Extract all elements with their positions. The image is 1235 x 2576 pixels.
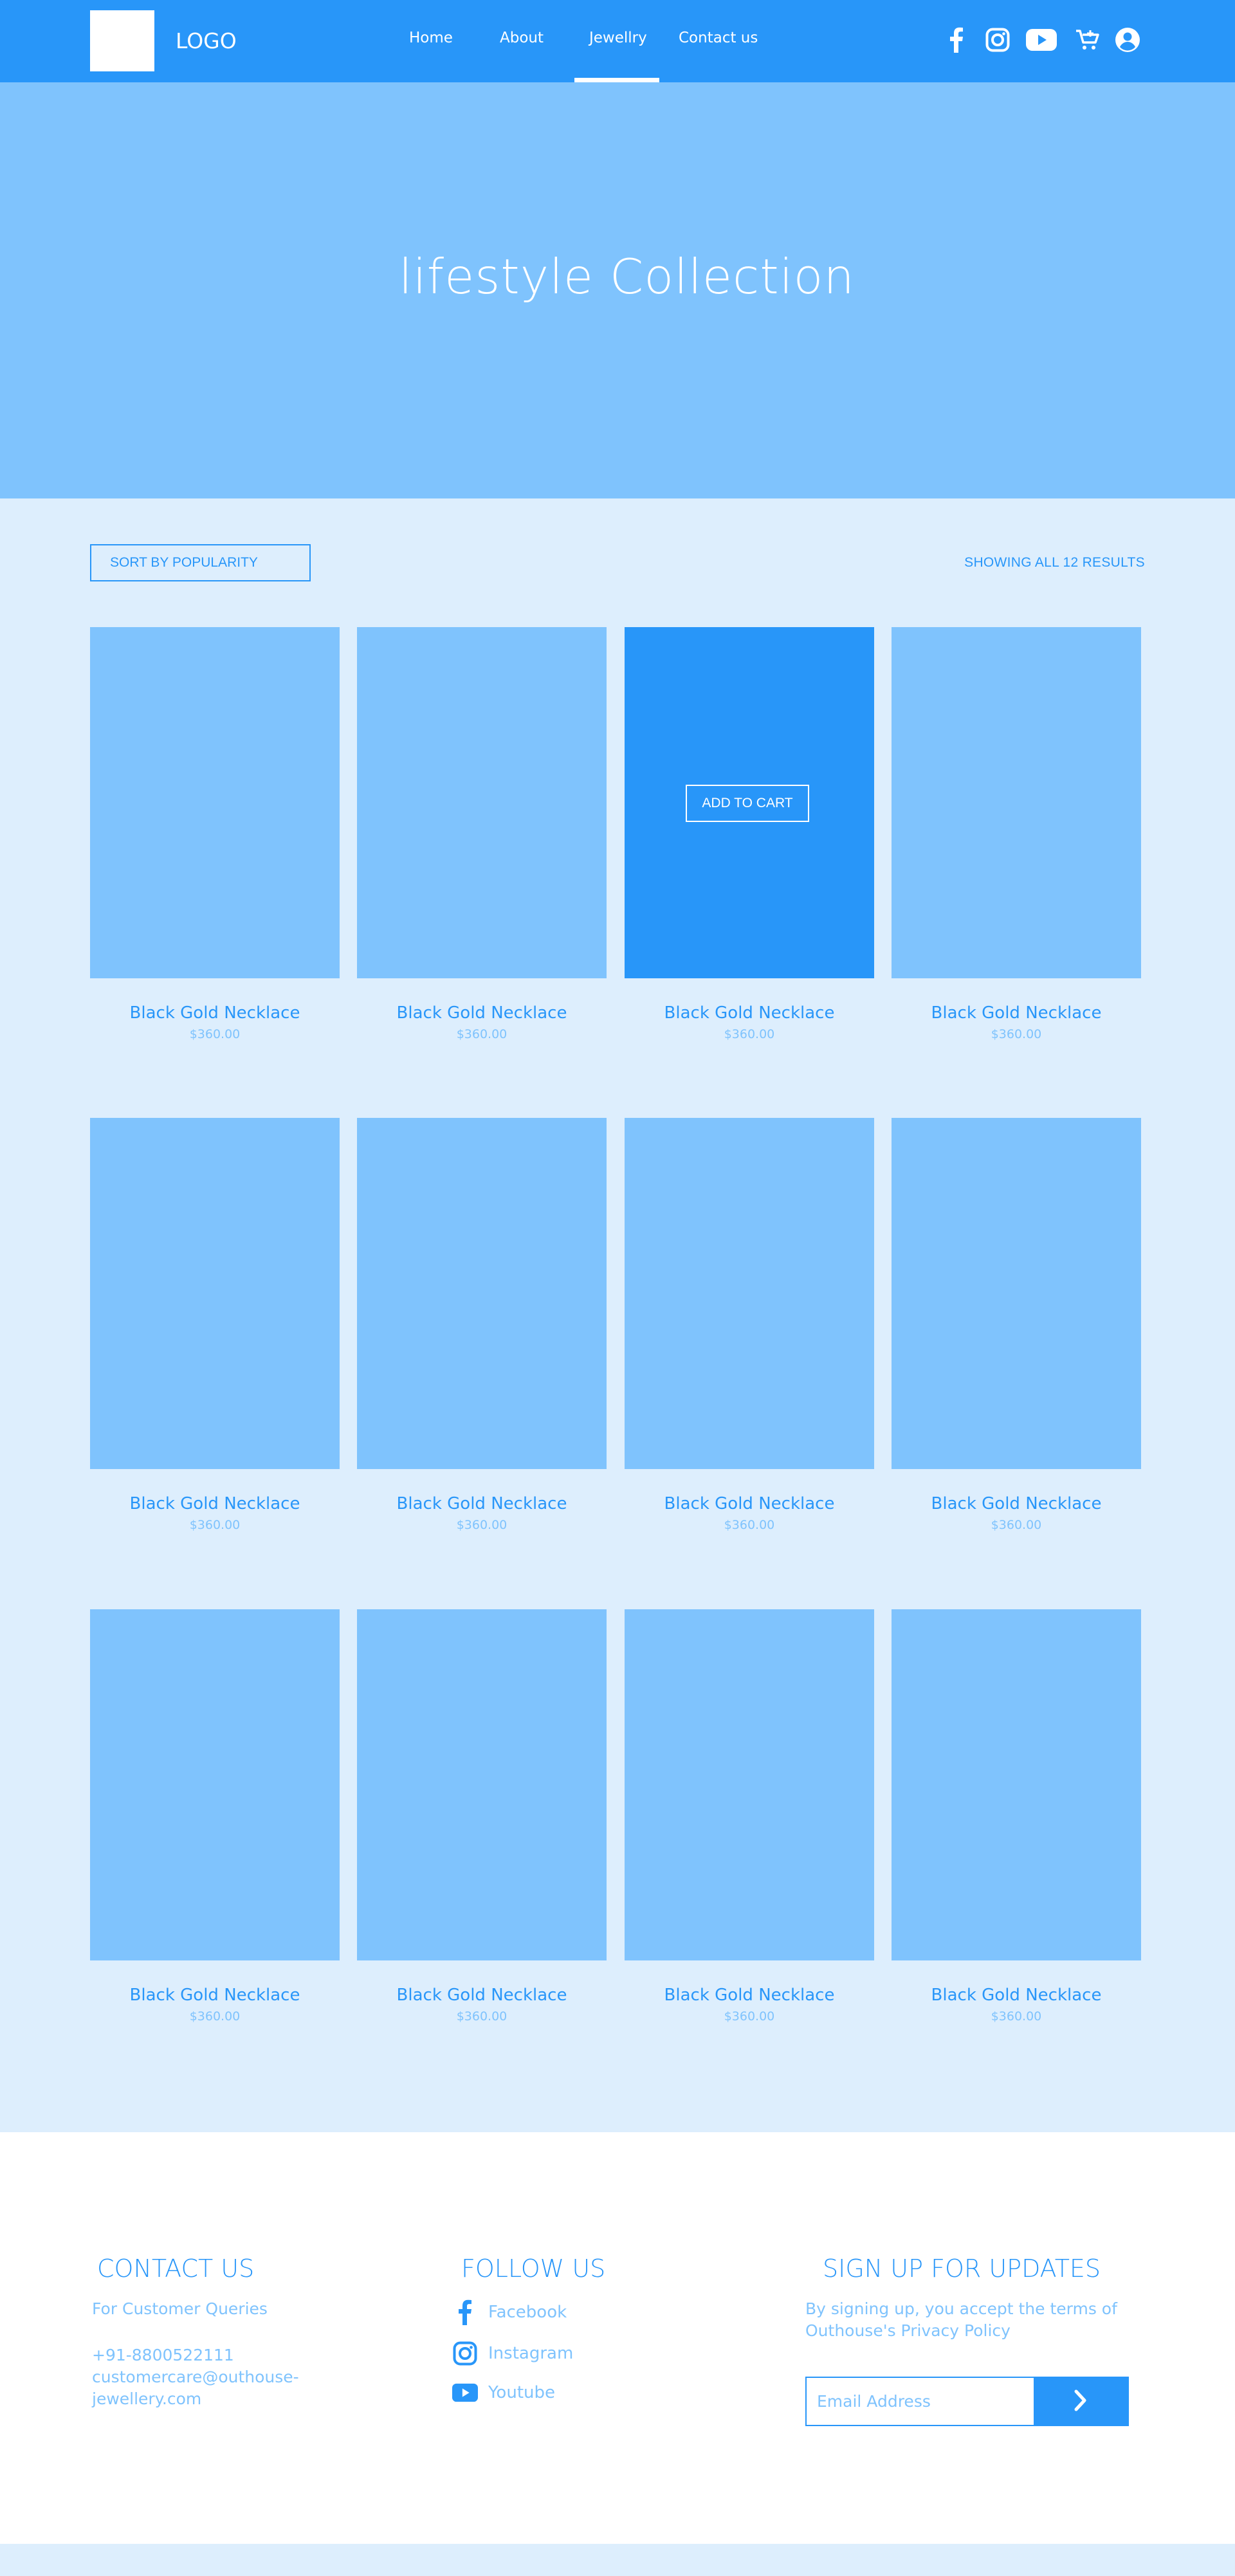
add-to-cart-button[interactable]: ADD TO CART [686, 785, 809, 822]
site-footer: CONTACT US For Customer Queries +91-8800… [0, 2132, 1235, 2544]
signup-form [805, 2377, 1129, 2426]
youtube-link-label[interactable]: Youtube [488, 2383, 555, 2402]
product-price: $360.00 [456, 2009, 508, 2023]
contact-email-line2[interactable]: jewellery.com [92, 2388, 201, 2410]
product-image[interactable]: ADD TO CART [625, 627, 874, 978]
product-price: $360.00 [724, 2009, 775, 2023]
footer-instagram-link[interactable]: Instagram [452, 2341, 573, 2366]
product-price: $360.00 [991, 2009, 1042, 2023]
product-image[interactable] [625, 1609, 874, 1960]
instagram-icon[interactable] [985, 25, 1011, 55]
product-name[interactable]: Black Gold Necklace [357, 1986, 607, 2005]
signup-heading: SIGN UP FOR UPDATES [823, 2254, 1101, 2283]
product-card[interactable]: Black Gold Necklace $360.00 [90, 627, 340, 1041]
product-name[interactable]: Black Gold Necklace [892, 1494, 1141, 1513]
product-card[interactable]: ADD TO CART Black Gold Necklace $360.00 [625, 627, 874, 1041]
sort-dropdown[interactable]: SORT BY POPULARITY [90, 544, 311, 581]
product-price: $360.00 [189, 1518, 241, 1532]
hero-title: lifestyle Collection [399, 248, 855, 305]
results-count: SHOWING ALL 12 RESULTS [964, 555, 1145, 570]
product-card[interactable]: Black Gold Necklace $360.00 [892, 1609, 1141, 2023]
products-section: SORT BY POPULARITY SHOWING ALL 12 RESULT… [0, 498, 1235, 2132]
instagram-icon [452, 2341, 478, 2366]
product-name[interactable]: Black Gold Necklace [357, 1494, 607, 1513]
facebook-icon [452, 2299, 478, 2325]
hero-banner: lifestyle Collection [0, 82, 1235, 498]
product-card[interactable]: Black Gold Necklace $360.00 [625, 1609, 874, 2023]
product-price: $360.00 [724, 1518, 775, 1532]
product-name[interactable]: Black Gold Necklace [90, 1986, 340, 2005]
product-price: $360.00 [189, 1027, 241, 1041]
product-card[interactable]: Black Gold Necklace $360.00 [357, 1118, 607, 1532]
site-header: LOGO Home About Jewellry Contact us [0, 0, 1235, 82]
product-image[interactable] [892, 1609, 1141, 1960]
signup-note-line2: Outhouse's Privacy Policy [805, 2321, 1011, 2340]
product-name[interactable]: Black Gold Necklace [892, 1986, 1141, 2005]
product-card[interactable]: Black Gold Necklace $360.00 [357, 1609, 607, 2023]
nav-about[interactable]: About [500, 30, 544, 46]
contact-email-line1[interactable]: customercare@outhouse- [92, 2366, 299, 2388]
product-name[interactable]: Black Gold Necklace [892, 1003, 1141, 1023]
product-card[interactable]: Black Gold Necklace $360.00 [90, 1609, 340, 2023]
signup-submit-button[interactable] [1034, 2378, 1128, 2425]
product-name[interactable]: Black Gold Necklace [625, 1986, 874, 2005]
footer-youtube-link[interactable]: Youtube [452, 2383, 555, 2402]
product-price: $360.00 [456, 1518, 508, 1532]
product-price: $360.00 [991, 1518, 1042, 1532]
facebook-icon[interactable] [948, 25, 965, 55]
product-price: $360.00 [456, 1027, 508, 1041]
product-image[interactable] [625, 1118, 874, 1469]
account-icon[interactable] [1115, 25, 1140, 55]
contact-heading: CONTACT US [97, 2254, 255, 2283]
product-image[interactable] [357, 627, 607, 978]
product-price: $360.00 [189, 2009, 241, 2023]
nav-home[interactable]: Home [409, 30, 453, 46]
follow-heading: FOLLOW US [461, 2254, 606, 2283]
product-price: $360.00 [724, 1027, 775, 1041]
product-card[interactable]: Black Gold Necklace $360.00 [892, 627, 1141, 1041]
logo-text[interactable]: LOGO [176, 28, 237, 53]
product-name[interactable]: Black Gold Necklace [90, 1003, 340, 1023]
facebook-link-label[interactable]: Facebook [488, 2303, 567, 2322]
nav-active-indicator [574, 78, 659, 82]
product-name[interactable]: Black Gold Necklace [625, 1003, 874, 1023]
youtube-icon [452, 2383, 478, 2402]
product-image[interactable] [892, 1118, 1141, 1469]
bottom-strip [0, 2544, 1235, 2576]
product-price: $360.00 [991, 1027, 1042, 1041]
nav-jewellry[interactable]: Jewellry [589, 30, 647, 46]
product-name[interactable]: Black Gold Necklace [357, 1003, 607, 1023]
cart-icon[interactable] [1074, 25, 1100, 55]
product-image[interactable] [357, 1609, 607, 1960]
youtube-icon[interactable] [1026, 25, 1057, 55]
contact-subheading: For Customer Queries [92, 2299, 268, 2318]
chevron-right-icon [1074, 2389, 1088, 2414]
product-name[interactable]: Black Gold Necklace [625, 1494, 874, 1513]
signup-note-line1: By signing up, you accept the terms of [805, 2299, 1117, 2318]
product-card[interactable]: Black Gold Necklace $360.00 [625, 1118, 874, 1532]
product-image[interactable] [90, 627, 340, 978]
product-image[interactable] [90, 1609, 340, 1960]
logo-image[interactable] [90, 10, 154, 71]
product-name[interactable]: Black Gold Necklace [90, 1494, 340, 1513]
email-field[interactable] [807, 2378, 1035, 2425]
product-card[interactable]: Black Gold Necklace $360.00 [90, 1118, 340, 1532]
product-image[interactable] [892, 627, 1141, 978]
nav-contact-us[interactable]: Contact us [679, 30, 758, 46]
instagram-link-label[interactable]: Instagram [488, 2344, 573, 2363]
product-card[interactable]: Black Gold Necklace $360.00 [892, 1118, 1141, 1532]
contact-phone[interactable]: +91-8800522111 [92, 2344, 234, 2366]
product-image[interactable] [357, 1118, 607, 1469]
product-card[interactable]: Black Gold Necklace $360.00 [357, 627, 607, 1041]
footer-facebook-link[interactable]: Facebook [452, 2299, 567, 2325]
product-image[interactable] [90, 1118, 340, 1469]
